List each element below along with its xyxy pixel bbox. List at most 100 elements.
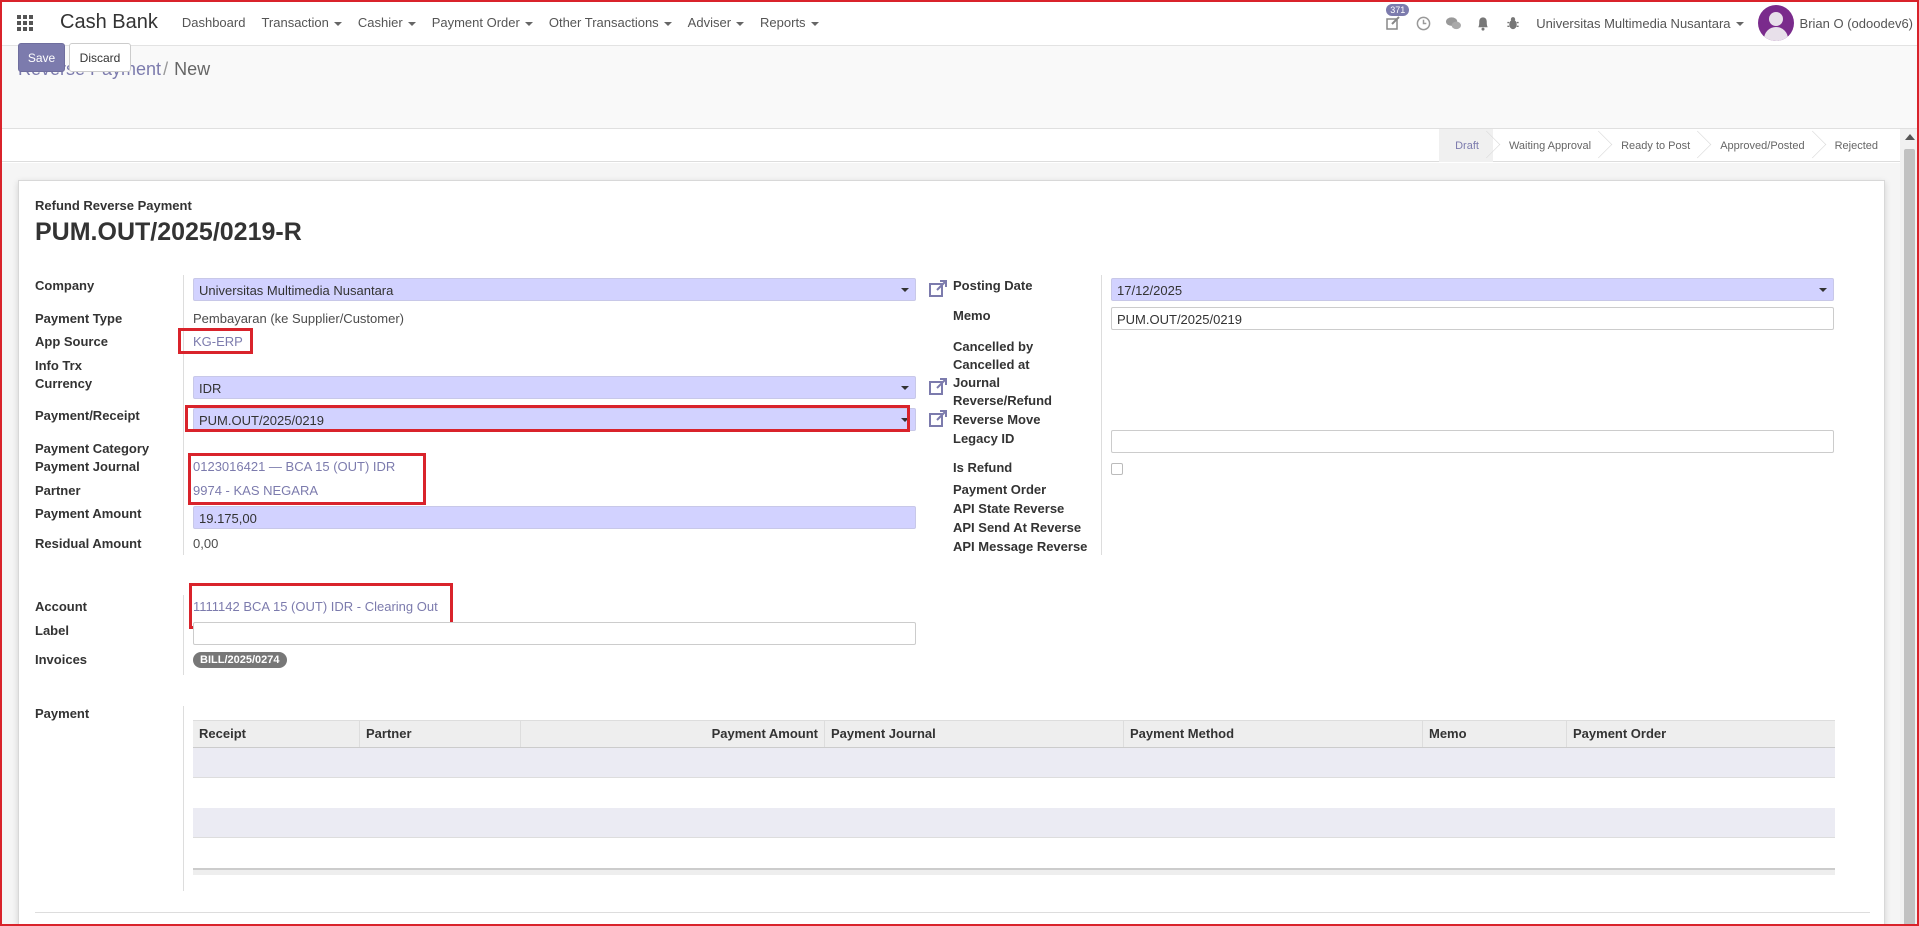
col-receipt[interactable]: Receipt: [193, 721, 360, 747]
company-select[interactable]: Universitas Multimedia Nusantara: [193, 278, 916, 301]
navbar-systray: 371 Universitas Multimedia Nusantara Bri…: [1378, 0, 1919, 46]
company-label: Company: [35, 278, 95, 293]
col-payment-order[interactable]: Payment Order: [1567, 721, 1835, 747]
bottom-divider: [35, 912, 1870, 913]
label-label: Label: [35, 623, 69, 638]
stage-rejected[interactable]: Rejected: [1819, 129, 1892, 162]
user-avatar[interactable]: [1757, 5, 1794, 41]
menu-transaction[interactable]: Transaction: [261, 15, 341, 30]
legacy-id-label: Legacy ID: [953, 431, 1015, 446]
account-separator: [183, 595, 184, 675]
cancelled-at-label: Cancelled at: [953, 357, 1030, 372]
external-link-icon[interactable]: [928, 409, 948, 429]
menu-payment-order[interactable]: Payment Order: [432, 15, 533, 30]
currency-select[interactable]: IDR: [193, 376, 916, 399]
is-refund-label: Is Refund: [953, 460, 1013, 475]
external-link-icon[interactable]: [928, 377, 948, 397]
legacy-id-input[interactable]: [1111, 430, 1834, 453]
payment-separator: [183, 706, 184, 891]
stage-waiting-approval[interactable]: Waiting Approval: [1493, 129, 1605, 162]
user-menu[interactable]: Brian O (odoodev6): [1800, 16, 1913, 31]
payment-receipt-label: Payment/Receipt: [35, 408, 140, 423]
table-header: Receipt Partner Payment Amount Payment J…: [193, 720, 1835, 748]
scrollbar[interactable]: [1900, 129, 1919, 926]
journal-label: Journal: [953, 375, 1000, 390]
payment-type-label: Payment Type: [35, 311, 123, 326]
api-send-at-reverse-label: API Send At Reverse: [953, 520, 1082, 535]
payment-type-value: Pembayaran (ke Supplier/Customer): [193, 311, 404, 326]
chat-icon[interactable]: [1438, 0, 1468, 46]
payment-amount-input[interactable]: 19.175,00: [193, 506, 916, 529]
top-navbar: Cash Bank Dashboard Transaction Cashier …: [0, 0, 1919, 46]
discard-button[interactable]: Discard: [69, 43, 131, 72]
table-row: [193, 838, 1835, 868]
currency-label: Currency: [35, 376, 93, 391]
status-bar: Draft Waiting Approval Ready to Post App…: [1439, 129, 1892, 162]
is-refund-checkbox[interactable]: [1111, 463, 1123, 475]
highlight-payment-receipt: [185, 405, 910, 432]
debug-bug-icon[interactable]: [1498, 0, 1528, 46]
edit-activity-icon[interactable]: 371: [1378, 0, 1410, 46]
invoice-tag[interactable]: BILL/2025/0274: [193, 652, 287, 668]
payment-category-label: Payment Category: [35, 441, 150, 456]
bell-icon[interactable]: [1468, 0, 1498, 46]
payment-section-label: Payment: [35, 706, 90, 721]
control-panel: Reverse Payment/New: [0, 46, 1919, 129]
menu-reports[interactable]: Reports: [760, 15, 819, 30]
col-payment-method[interactable]: Payment Method: [1124, 721, 1423, 747]
invoices-label: Invoices: [35, 652, 88, 667]
activity-count-badge: 371: [1386, 4, 1410, 16]
record-title: PUM.OUT/2025/0219-R: [35, 218, 302, 246]
table-row: [193, 778, 1835, 808]
right-separator: [1101, 275, 1102, 555]
menu-cashier[interactable]: Cashier: [358, 15, 416, 30]
app-name: Cash Bank: [60, 11, 158, 33]
save-button[interactable]: Save: [18, 43, 65, 72]
apps-menu-icon[interactable]: [0, 0, 50, 46]
external-link-icon[interactable]: [928, 279, 948, 299]
menu-dashboard[interactable]: Dashboard: [182, 15, 246, 30]
cancelled-by-label: Cancelled by: [953, 339, 1034, 354]
stage-ready-to-post[interactable]: Ready to Post: [1605, 129, 1704, 162]
main-menu: Dashboard Transaction Cashier Payment Or…: [182, 15, 835, 30]
residual-amount-value: 0,00: [193, 536, 219, 551]
company-switcher[interactable]: Universitas Multimedia Nusantara: [1536, 16, 1743, 31]
scroll-up-icon[interactable]: [1905, 134, 1915, 140]
partner-label: Partner: [35, 483, 81, 498]
menu-other-transactions[interactable]: Other Transactions: [549, 15, 672, 30]
memo-input[interactable]: PUM.OUT/2025/0219: [1111, 307, 1834, 330]
api-message-reverse-label: API Message Reverse: [953, 539, 1088, 554]
col-payment-amount[interactable]: Payment Amount: [521, 721, 825, 747]
col-payment-journal[interactable]: Payment Journal: [825, 721, 1124, 747]
col-memo[interactable]: Memo: [1423, 721, 1567, 747]
reverse-move-label: Reverse Move: [953, 412, 1041, 427]
form-subtitle: Refund Reverse Payment: [35, 198, 192, 213]
residual-amount-label: Residual Amount: [35, 536, 142, 551]
posting-date-label: Posting Date: [953, 278, 1033, 293]
label-input[interactable]: [193, 622, 916, 645]
payment-order-label: Payment Order: [953, 482, 1047, 497]
left-separator: [183, 275, 184, 555]
reverse-refund-label: Reverse/Refund: [953, 393, 1052, 408]
app-source-label: App Source: [35, 334, 108, 349]
highlight-app-source: [178, 328, 253, 354]
api-state-reverse-label: API State Reverse: [953, 501, 1065, 516]
info-trx-label: Info Trx: [35, 358, 82, 373]
table-row: [193, 748, 1835, 778]
payment-table: Receipt Partner Payment Amount Payment J…: [193, 720, 1835, 875]
stage-draft[interactable]: Draft: [1439, 129, 1493, 162]
breadcrumb-separator: /: [163, 59, 169, 79]
menu-adviser[interactable]: Adviser: [688, 15, 744, 30]
payment-amount-label: Payment Amount: [35, 506, 142, 521]
memo-label: Memo: [953, 308, 991, 323]
clock-icon[interactable]: [1408, 0, 1438, 46]
highlight-journal-partner: [188, 453, 426, 505]
account-label: Account: [35, 599, 87, 614]
col-partner[interactable]: Partner: [360, 721, 521, 747]
scrollbar-thumb[interactable]: [1904, 149, 1915, 926]
breadcrumb-current: New: [174, 59, 211, 79]
status-bar-row: Draft Waiting Approval Ready to Post App…: [0, 129, 1900, 162]
table-footer: [193, 868, 1835, 875]
posting-date-input[interactable]: 17/12/2025: [1111, 278, 1834, 301]
stage-approved-posted[interactable]: Approved/Posted: [1704, 129, 1818, 162]
